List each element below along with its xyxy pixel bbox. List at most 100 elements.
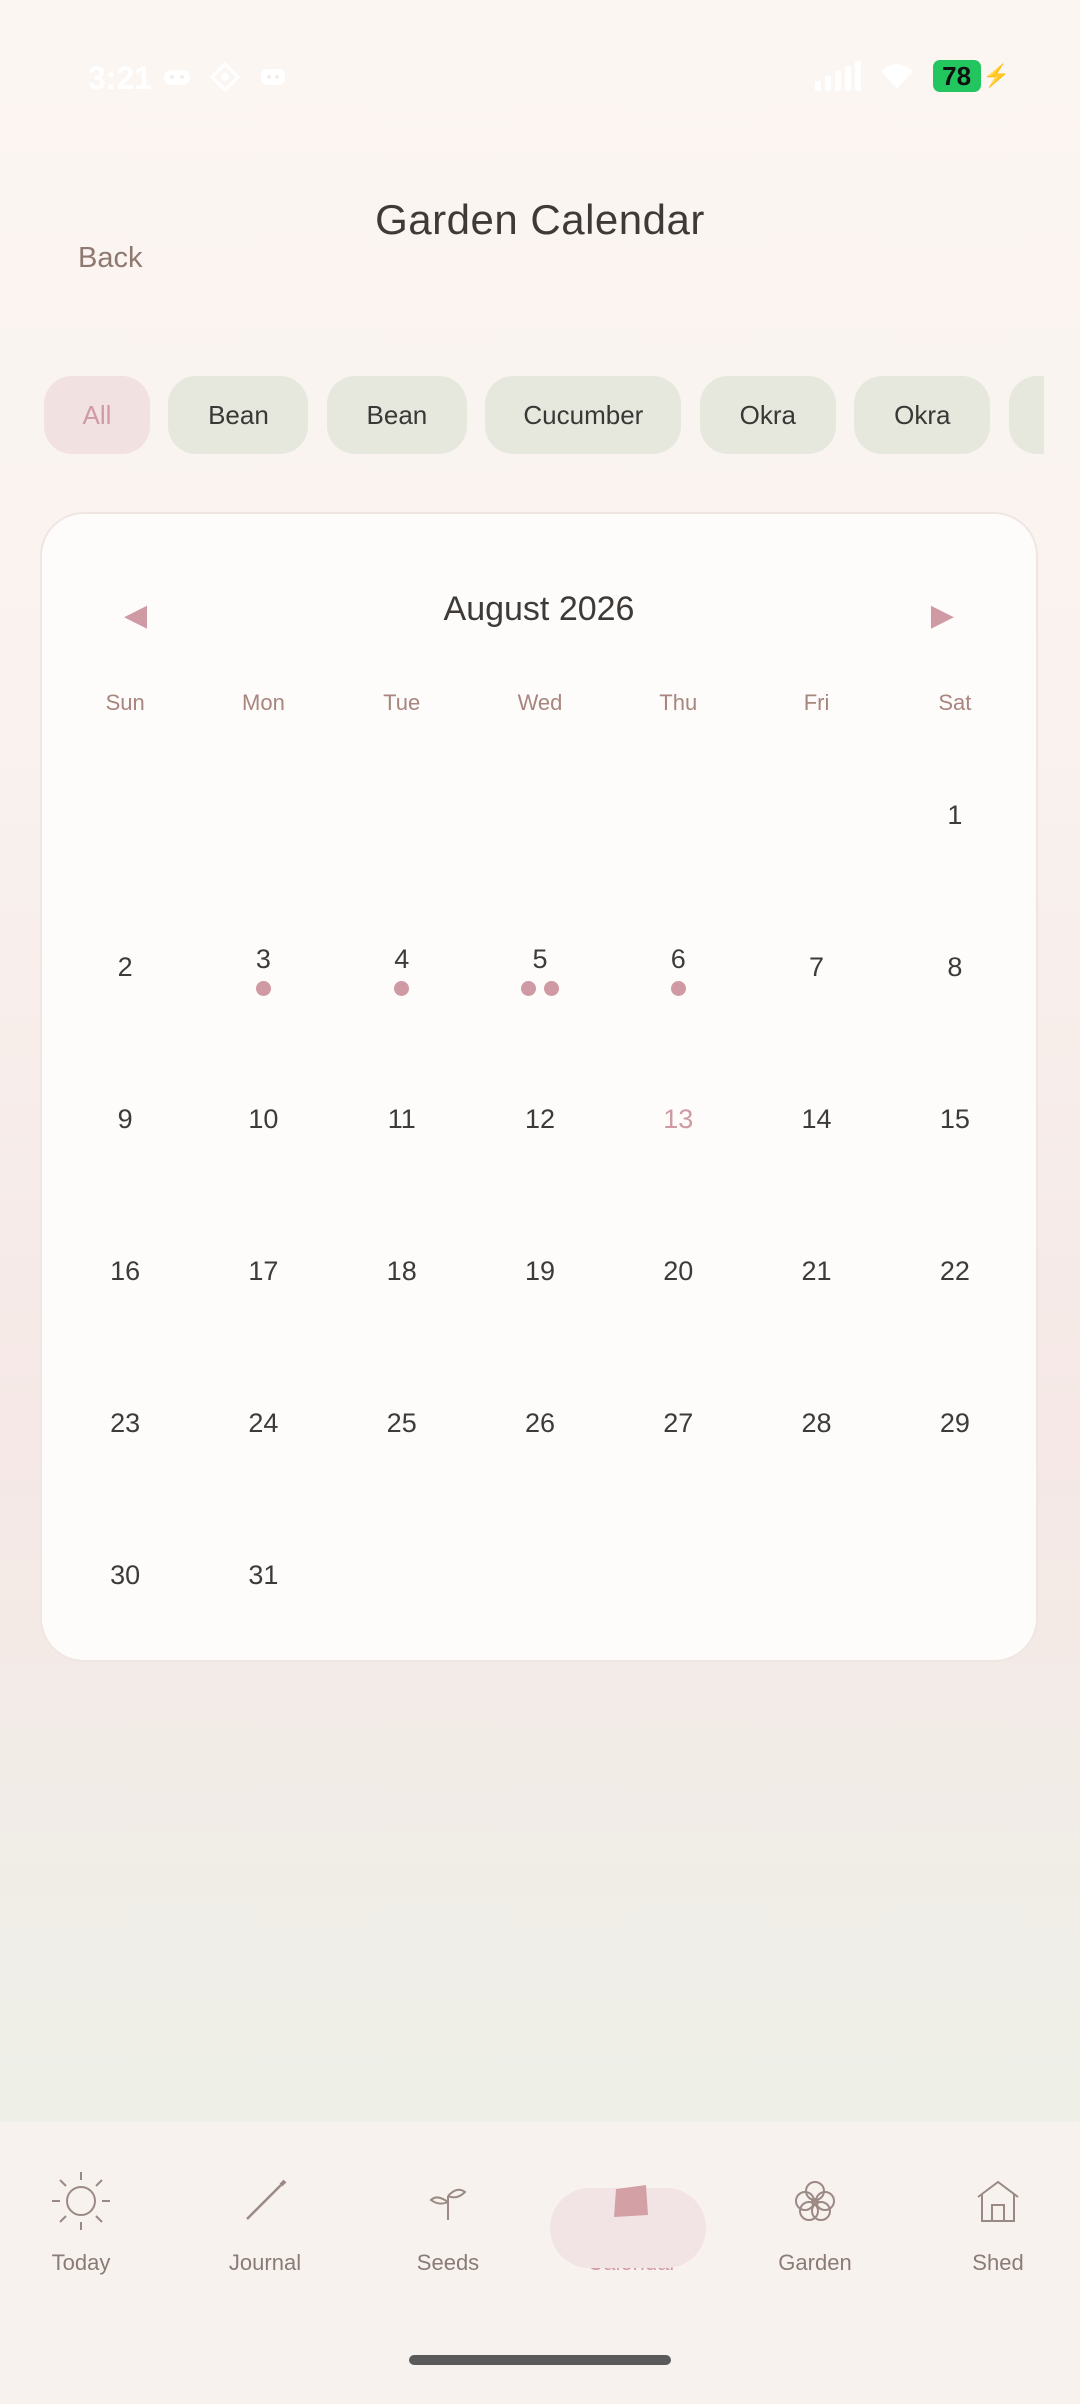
calendar-day[interactable]: 21 [747,1200,885,1352]
day-number: 22 [939,1256,970,1286]
diamond-app-icon [209,61,241,93]
calendar-day[interactable]: 28 [747,1352,885,1504]
calendar-day[interactable]: 18 [333,1200,471,1352]
day-number: 18 [386,1256,417,1286]
calendar-grid: 1 2 3 4 5 6 7 8 9 10 11 12 13 14 15 16 17 18 19 20 21 22 23 24 2… [56,744,1024,1656]
weekday-label: Wed [517,690,563,715]
day-number: 10 [248,1104,279,1134]
calendar-day[interactable]: 25 [333,1352,471,1504]
day-number: 13 [663,1104,694,1134]
weekday-label: Sat [938,690,972,715]
calendar-day[interactable]: 24 [194,1352,332,1504]
calendar-day[interactable]: 2 [56,896,194,1048]
battery-indicator: 78 ⚡ [932,60,1010,92]
shed-icon [977,2180,1019,2222]
filter-chip[interactable]: Bean [326,376,467,454]
day-number: 25 [386,1408,417,1438]
calendar-day[interactable]: 7 [747,896,885,1048]
calendar-day[interactable]: 31 [194,1504,332,1656]
page-title: Garden Calendar [375,196,705,243]
event-dots [609,981,747,996]
nav-journal[interactable]: Journal [185,2156,345,2276]
calendar-day[interactable]: 5 [471,896,609,1048]
calendar-day[interactable]: 12 [471,1048,609,1200]
nav-garden[interactable]: Garden [735,2156,895,2276]
day-number: 4 [394,944,410,974]
calendar-day-today[interactable]: 13 [609,1048,747,1200]
day-number: 8 [947,952,963,982]
day-number: 6 [670,944,686,974]
day-number: 16 [110,1256,141,1286]
calendar-day[interactable]: 14 [747,1048,885,1200]
filter-chip-overflow[interactable] [1008,376,1044,454]
event-dots [194,981,332,996]
nav-label: Shed [972,2250,1024,2275]
pencil-icon [246,2179,287,2220]
event-dot [670,981,686,996]
event-dot [520,981,536,996]
day-number: 1 [947,800,963,830]
weekday-label: Sun [105,690,145,715]
event-dot [255,981,271,996]
weekday-header: Sun Mon Tue Wed Thu Fri Sat [56,690,1024,716]
calendar-day[interactable]: 20 [609,1200,747,1352]
nav-today[interactable]: Today [1,2156,161,2276]
filter-chip[interactable]: Cucumber [485,376,682,454]
filter-chip[interactable]: Bean [168,376,309,454]
status-bar: 3:21 78 ⚡ [0,0,1080,160]
filter-chip[interactable]: Okra [699,376,836,454]
game-controller-icon [162,62,192,92]
home-indicator[interactable] [409,2355,671,2365]
sun-icon [52,2172,110,2230]
day-number: 2 [117,952,133,982]
calendar-day[interactable]: 11 [333,1048,471,1200]
calendar-day[interactable]: 27 [609,1352,747,1504]
weekday-label: Thu [659,690,698,715]
calendar-empty-cell [194,744,332,896]
calendar-day[interactable]: 23 [56,1352,194,1504]
day-number: 29 [939,1408,970,1438]
day-number: 23 [110,1408,141,1438]
day-number: 14 [801,1104,832,1134]
calendar-day[interactable]: 29 [886,1352,1024,1504]
nav-label: Today [51,2250,111,2275]
nav-calendar[interactable]: Calendar [550,2156,712,2276]
status-time: 3:21 [88,60,153,96]
calendar-day[interactable]: 9 [56,1048,194,1200]
filter-chip-all[interactable]: All [44,376,150,454]
calendar-day[interactable]: 15 [886,1048,1024,1200]
filter-chip[interactable]: Okra [854,376,991,454]
nav-seeds[interactable]: Seeds [368,2156,528,2276]
calendar-day[interactable]: 3 [194,896,332,1048]
event-dots [471,981,609,996]
calendar-day[interactable]: 26 [471,1352,609,1504]
day-number: 5 [532,944,548,974]
calendar-day[interactable]: 8 [886,896,1024,1048]
calendar-empty-cell [471,744,609,896]
day-number: 11 [387,1104,416,1134]
sprout-icon [429,2188,467,2220]
month-label: August 2026 [443,590,635,628]
calendar-day[interactable]: 17 [194,1200,332,1352]
calendar-day[interactable]: 16 [56,1200,194,1352]
calendar-day[interactable]: 6 [609,896,747,1048]
nav-label: Seeds [416,2250,480,2275]
calendar-day[interactable]: 30 [56,1504,194,1656]
charging-icon: ⚡ [982,63,1010,88]
weekday-label: Fri [803,690,830,715]
nav-shed[interactable]: Shed [918,2156,1078,2276]
day-number: 30 [110,1560,141,1590]
day-number: 17 [248,1256,279,1286]
calendar-day[interactable]: 22 [886,1200,1024,1352]
calendar-icon [614,2185,648,2217]
calendar-day[interactable]: 4 [333,896,471,1048]
calendar-empty-cell [747,744,885,896]
day-number: 21 [801,1256,832,1286]
nav-label: Garden [778,2250,852,2275]
next-month-button[interactable]: ▶ [931,598,954,633]
calendar-day[interactable]: 19 [471,1200,609,1352]
back-button[interactable]: Back [78,242,142,275]
calendar-day[interactable]: 10 [194,1048,332,1200]
calendar-card: ◀ August 2026 ▶ Sun Mon Tue Wed Thu Fri … [40,512,1038,1662]
calendar-day[interactable]: 1 [886,744,1024,896]
